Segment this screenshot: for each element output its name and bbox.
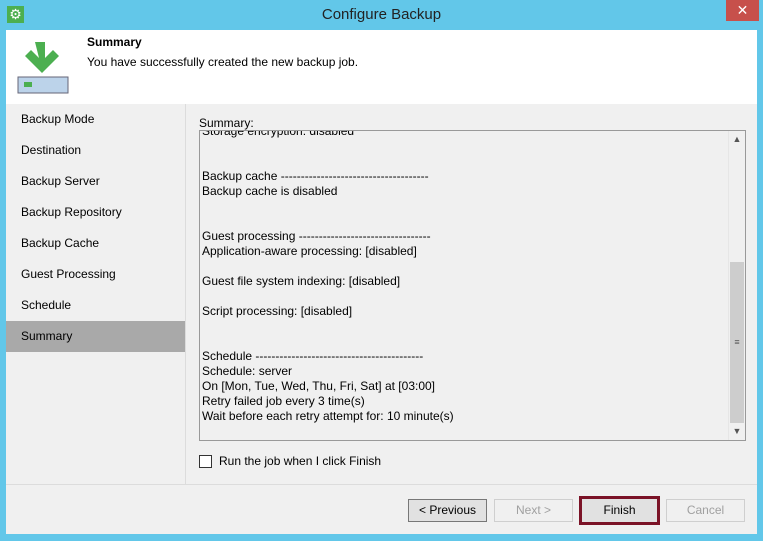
nav-item-schedule[interactable]: Schedule [6,290,185,321]
close-button[interactable]: ✕ [726,0,759,21]
nav-item-backup-mode[interactable]: Backup Mode [6,104,185,135]
summary-line: Backup cache is disabled [202,184,338,198]
next-button[interactable]: Next > [494,499,573,522]
wizard-steps: Backup Mode Destination Backup Server Ba… [6,104,185,484]
finish-button[interactable]: Finish [579,496,660,525]
summary-line [202,154,727,169]
scrollbar[interactable]: ▲ ≡ ▼ [728,131,745,440]
previous-button[interactable]: < Previous [408,499,487,522]
summary-line: Storage encryption: disabled [202,130,355,138]
scroll-down-icon[interactable]: ▼ [729,423,745,440]
summary-line [202,334,727,349]
checkbox-box[interactable] [199,454,212,468]
summary-line [202,139,727,154]
summary-line: Schedule -------------------------------… [202,349,424,363]
scroll-up-icon[interactable]: ▲ [729,131,745,148]
summary-line: Retry failed job every 3 time(s) [202,394,365,408]
cancel-button[interactable]: Cancel [666,499,745,522]
nav-item-summary[interactable]: Summary [6,321,185,352]
download-backup-icon [17,42,69,94]
nav-item-backup-server[interactable]: Backup Server [6,166,185,197]
summary-textbox[interactable]: Storage encryption: disabled Backup cache… [199,130,746,441]
nav-item-destination[interactable]: Destination [6,135,185,166]
summary-line [202,259,727,274]
scroll-thumb[interactable]: ≡ [730,262,744,423]
summary-line: Guest file system indexing: [disabled] [202,274,401,288]
title-bar: ⚙ Configure Backup ✕ [0,0,763,30]
summary-line: Schedule: server [202,364,293,378]
nav-item-backup-cache[interactable]: Backup Cache [6,228,185,259]
page-title: Summary [87,35,142,49]
summary-panel: Summary: Storage encryption: disabled Bac… [186,104,757,484]
run-on-finish-label: Run the job when I click Finish [219,454,382,468]
button-bar: < Previous Next > Finish Cancel [6,484,757,534]
summary-line [202,199,727,214]
summary-line: On [Mon, Tue, Wed, Thu, Fri, Sat] at [03… [202,379,436,393]
run-on-finish-checkbox[interactable]: Run the job when I click Finish [199,454,381,468]
wizard-header: Summary You have successfully created th… [6,30,757,104]
summary-label: Summary: [199,116,254,130]
summary-line [202,289,727,304]
nav-item-backup-repository[interactable]: Backup Repository [6,197,185,228]
summary-line: Backup cache ---------------------------… [202,169,429,183]
summary-line: Application-aware processing: [disabled] [202,244,417,258]
page-subtitle: You have successfully created the new ba… [87,55,359,69]
summary-line: Wait before each retry attempt for: 10 m… [202,409,454,423]
window-title: Configure Backup [321,6,442,23]
wizard-window: Summary You have successfully created th… [6,30,757,534]
summary-line: Guest processing -----------------------… [202,229,431,243]
summary-line: Script processing: [disabled] [202,304,353,318]
summary-line [202,214,727,229]
summary-lines: Storage encryption: disabled Backup cache… [202,130,727,424]
summary-line [202,319,727,334]
nav-item-guest-processing[interactable]: Guest Processing [6,259,185,290]
